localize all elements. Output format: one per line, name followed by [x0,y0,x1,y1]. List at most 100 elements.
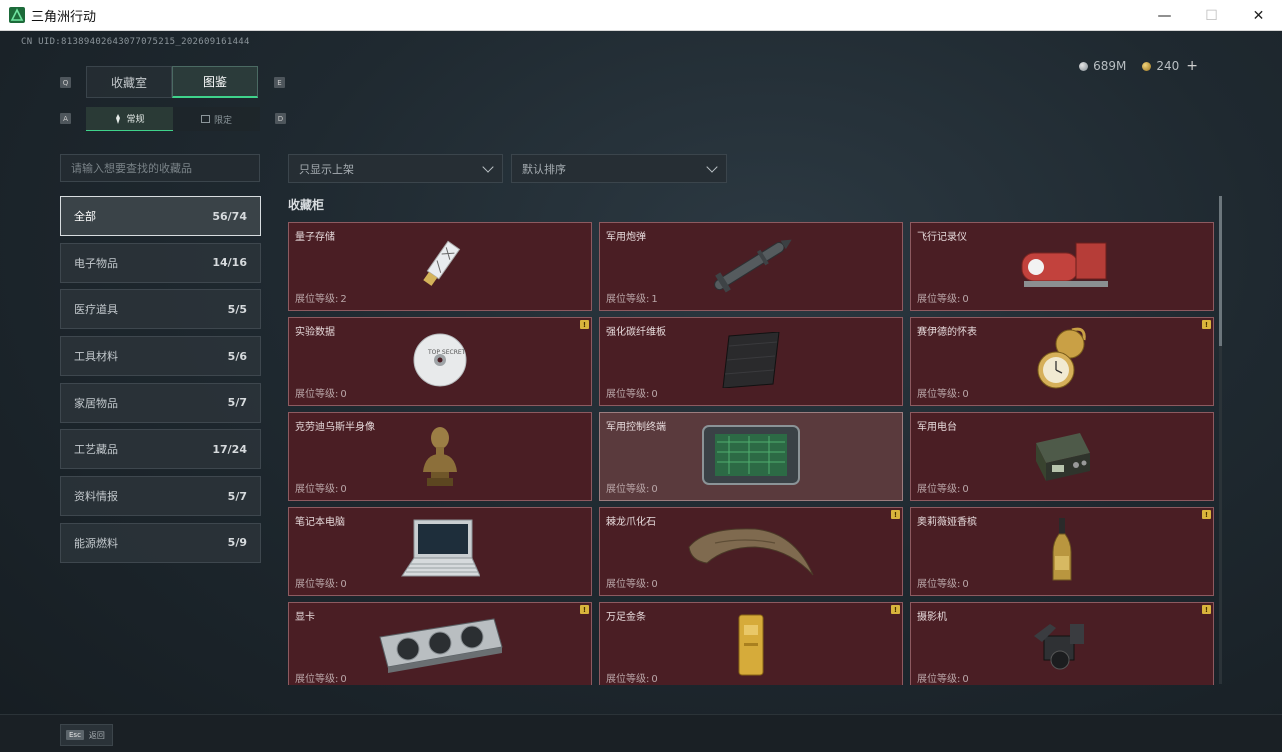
item-level-label: 展位等级: [295,579,339,590]
item-level-value: 0 [340,674,347,685]
control-terminal-icon [699,422,803,492]
collection-item-card[interactable]: 量子存储展位等级: 2 [288,222,592,311]
collection-item-card[interactable]: 摄影机 展位等级: 0! [910,602,1214,685]
silver-coin-icon [1079,62,1089,71]
category-household[interactable]: 家居物品 5/7 [60,382,261,423]
item-level: 展位等级: 0 [295,385,347,400]
radio-icon [1030,425,1094,489]
back-label: 返回 [88,730,105,740]
item-level-label: 展位等级: [606,294,650,305]
collection-item-card[interactable]: 克劳迪乌斯半身像 展位等级: 0 [288,412,592,501]
key-hint-q: Q [60,77,71,88]
close-button[interactable]: ✕ [1235,0,1282,31]
subtab-limited[interactable]: 限定 [173,107,260,131]
item-name: 飞行记录仪 [917,232,967,243]
item-level-label: 展位等级: [295,294,339,305]
sort-value: 默认排序 [522,162,566,176]
item-level-label: 展位等级: [606,579,650,590]
collection-item-card[interactable]: 军用控制终端 展位等级: 0 [599,412,903,501]
category-medical[interactable]: 医疗道具 5/5 [60,289,261,330]
category-intel[interactable]: 资料情报 5/7 [60,476,261,517]
item-level-value: 0 [962,484,969,495]
collection-item-card[interactable]: 军用炮弹 展位等级: 1 [599,222,903,311]
window-titlebar: 三角洲行动 — ☐ ✕ [0,0,1282,31]
item-name: 实验数据 [295,327,335,338]
new-badge-icon: ! [1202,605,1211,614]
display-filter-value: 只显示上架 [299,162,354,176]
subtab-regular[interactable]: 常规 [86,107,173,131]
item-name: 奥莉薇娅香槟 [917,517,977,528]
category-label: 电子物品 [74,256,118,270]
category-count: 14/16 [212,256,247,270]
item-name: 量子存储 [295,232,335,243]
item-level: 展位等级: 2 [295,290,347,305]
collection-item-card[interactable]: 飞行记录仪 展位等级: 0 [910,222,1214,311]
subtab-limited-label: 限定 [213,115,232,126]
collection-item-card[interactable]: 笔记本电脑 展位等级: 0 [288,507,592,596]
sort-dropdown[interactable]: 默认排序 [511,154,727,183]
new-badge-icon: ! [1202,510,1211,519]
item-name: 军用电台 [917,422,957,433]
minimize-button[interactable]: — [1141,0,1188,31]
collection-item-card[interactable]: 万足金条 展位等级: 0! [599,602,903,685]
category-count: 5/7 [227,489,247,503]
graphics-card-icon [376,617,504,677]
grid-scrollbar[interactable] [1219,196,1222,684]
item-level-label: 展位等级: [917,294,961,305]
bottom-bar: Esc 返回 [0,714,1282,752]
item-name: 万足金条 [606,612,646,623]
category-count: 56/74 [212,209,247,223]
collection-item-card[interactable]: 显卡 展位等级: 0! [288,602,592,685]
category-list: 全部 56/74 电子物品 14/16 医疗道具 5/5 工具材料 5/6 家居物品 5/… [60,196,261,570]
category-count: 5/6 [227,349,247,363]
display-filter-dropdown[interactable]: 只显示上架 [288,154,503,183]
chevron-down-icon [482,160,494,173]
gold-amount: 240 [1156,59,1180,73]
search-input[interactable] [71,161,249,175]
category-fuel[interactable]: 能源燃料 5/9 [60,522,261,563]
collection-item-card[interactable]: 实验数据 TOP SECRET 展位等级: 0! [288,317,592,406]
category-crafts[interactable]: 工艺藏品 17/24 [60,429,261,470]
collection-item-card[interactable]: 强化碳纤维板 展位等级: 0 [599,317,903,406]
player-uid: CN UID:8138940264307707521​5_20260916144… [21,37,250,47]
item-level: 展位等级: 0 [606,575,658,590]
maximize-button[interactable]: ☐ [1188,0,1235,31]
category-label: 家居物品 [74,396,118,410]
category-electronics[interactable]: 电子物品 14/16 [60,242,261,283]
tab-collection-room[interactable]: 收藏室 [86,66,172,98]
item-level-label: 展位等级: [606,484,650,495]
silver-currency: 689M [1079,59,1126,73]
item-level: 展位等级: 0 [606,480,658,495]
item-level-label: 展位等级: [295,674,339,685]
category-count: 5/7 [227,396,247,410]
category-tools[interactable]: 工具材料 5/6 [60,336,261,377]
add-currency-button[interactable]: + [1186,58,1198,74]
category-count: 5/9 [227,536,247,550]
item-level: 展位等级: 0 [606,385,658,400]
new-badge-icon: ! [891,605,900,614]
back-button[interactable]: Esc 返回 [60,724,113,746]
collection-item-card[interactable]: 奥莉薇娅香槟 展位等级: 0! [910,507,1214,596]
tab-codex[interactable]: 图鉴 [172,66,258,98]
collection-item-card[interactable]: 赛伊德的怀表 展位等级: 0! [910,317,1214,406]
app-logo-icon [9,7,25,23]
key-hint-e: E [274,77,285,88]
collection-item-card[interactable]: 军用电台 展位等级: 0 [910,412,1214,501]
key-hint-a: A [60,113,71,124]
item-name: 赛伊德的怀表 [917,327,977,338]
item-name: 克劳迪乌斯半身像 [295,422,375,433]
gold-currency: 240 + [1142,58,1198,74]
bust-icon [419,422,461,492]
regular-icon [116,113,121,124]
collection-item-card[interactable]: 棘龙爪化石 展位等级: 0! [599,507,903,596]
scrollbar-thumb[interactable] [1219,196,1222,346]
chevron-down-icon [706,160,718,173]
category-all[interactable]: 全部 56/74 [60,196,261,236]
item-level-label: 展位等级: [606,389,650,400]
search-box [60,154,260,182]
window-title: 三角洲行动 [31,9,97,25]
new-badge-icon: ! [580,605,589,614]
item-level: 展位等级: 0 [917,670,969,685]
item-level-value: 0 [340,389,347,400]
currency-bar: 689M 240 + [1079,58,1198,74]
